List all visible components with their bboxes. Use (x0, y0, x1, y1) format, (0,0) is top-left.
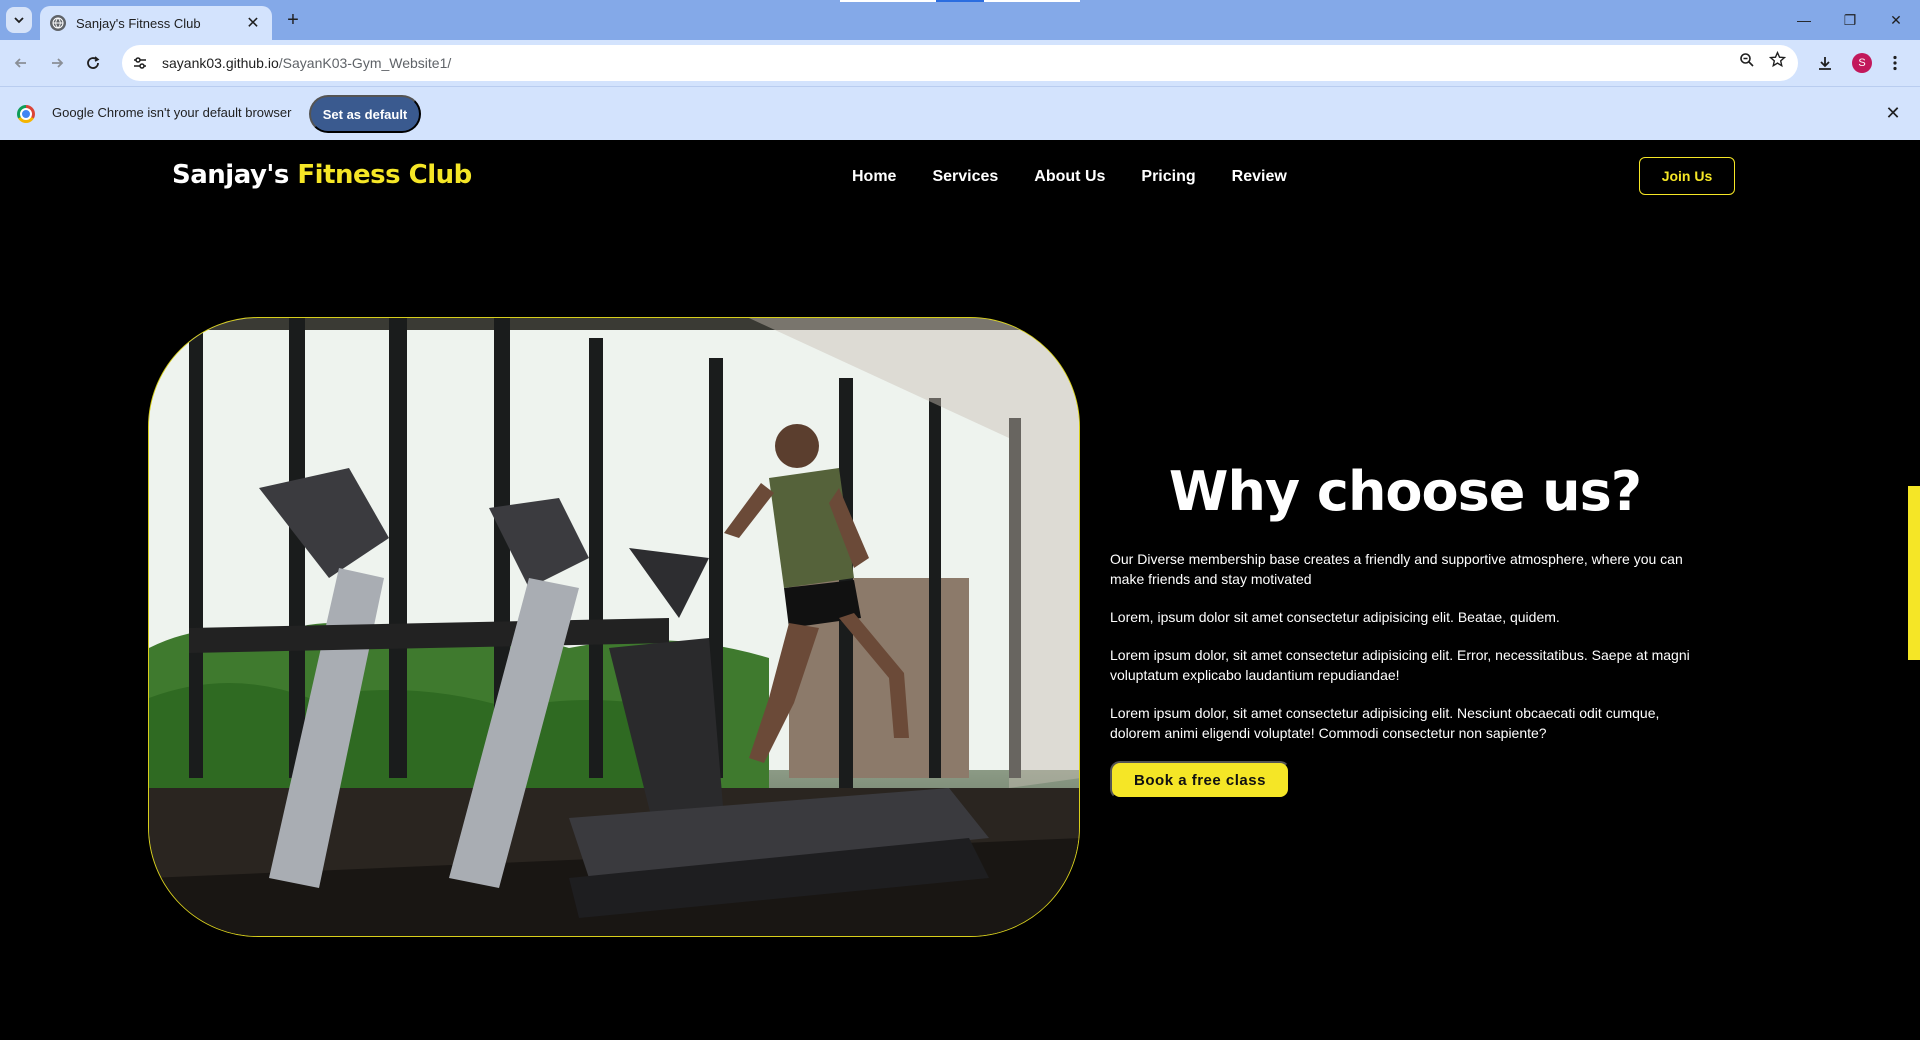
tabstrip-indicator (984, 0, 1080, 2)
url-path: /SayanK03-Gym_Website1/ (278, 55, 452, 71)
back-button[interactable] (8, 50, 34, 76)
chevron-down-icon (14, 17, 24, 24)
gym-treadmill-photo (148, 317, 1080, 937)
nav-pricing-link[interactable]: Pricing (1141, 168, 1195, 186)
main-nav: Home Services About Us Pricing Review (852, 168, 1287, 186)
close-icon: ✕ (1890, 11, 1902, 28)
why-paragraph-3: Lorem ipsum dolor, sit amet consectetur … (1110, 647, 1690, 683)
treadmill-illustration (149, 318, 1079, 936)
site-logo[interactable]: Sanjay's Fitness Club (172, 160, 472, 190)
chrome-logo-icon (17, 105, 35, 123)
url-text: sayank03.github.io/SayanK03-Gym_Website1… (162, 55, 451, 71)
kebab-menu-icon (1893, 55, 1897, 71)
close-icon[interactable]: ✕ (244, 14, 262, 32)
plus-icon: + (287, 8, 299, 31)
restore-icon: ❐ (1843, 11, 1857, 28)
nav-home-link[interactable]: Home (852, 168, 896, 186)
restore-button[interactable]: ❐ (1838, 8, 1862, 32)
address-bar[interactable]: sayank03.github.io/SayanK03-Gym_Website1… (122, 45, 1798, 81)
tabstrip-indicator (840, 0, 936, 2)
tab-title: Sanjay's Fitness Club (76, 15, 201, 31)
forward-button[interactable] (44, 50, 70, 76)
nav-services-link[interactable]: Services (932, 168, 998, 186)
logo-primary: Sanjay's (172, 160, 289, 190)
logo-accent: Fitness Club (297, 160, 472, 190)
profile-button[interactable]: S (1849, 50, 1875, 76)
tab-strip: Sanjay's Fitness Club ✕ + — ❐ ✕ (0, 0, 1920, 40)
why-choose-us-section: Why choose us? Our Diverse membership ba… (1110, 460, 1700, 799)
set-as-default-button[interactable]: Set as default (309, 95, 421, 133)
web-page: Sanjay's Fitness Club Home Services Abou… (0, 140, 1920, 1040)
arrow-right-icon (52, 58, 64, 68)
browser-toolbar: sayank03.github.io/SayanK03-Gym_Website1… (0, 40, 1920, 86)
download-button[interactable] (1812, 50, 1838, 76)
avatar: S (1852, 53, 1872, 73)
why-paragraph-4: Lorem ipsum dolor, sit amet consectetur … (1110, 705, 1660, 741)
browser-menu-button[interactable] (1882, 50, 1908, 76)
why-paragraph-2: Lorem, ipsum dolor sit amet consectetur … (1110, 609, 1560, 625)
why-paragraph-1: Our Diverse membership base creates a fr… (1110, 551, 1683, 587)
site-header: Sanjay's Fitness Club Home Services Abou… (0, 140, 1920, 214)
globe-icon (50, 15, 66, 31)
tabstrip-indicator-active (936, 0, 984, 2)
close-window-button[interactable]: ✕ (1884, 8, 1908, 32)
default-browser-infobar: Google Chrome isn't your default browser… (0, 86, 1920, 140)
book-free-class-button[interactable]: Book a free class (1110, 761, 1290, 799)
zoom-icon[interactable] (1739, 52, 1755, 73)
url-host: sayank03.github.io (162, 55, 279, 71)
close-icon[interactable]: ✕ (1882, 102, 1904, 124)
site-info-button[interactable] (128, 51, 152, 75)
nav-review-link[interactable]: Review (1232, 168, 1287, 186)
minimize-icon: — (1797, 12, 1811, 28)
star-icon[interactable] (1768, 50, 1787, 73)
arrow-left-icon (14, 58, 26, 68)
minimize-button[interactable]: — (1792, 8, 1816, 32)
tune-icon (134, 57, 146, 69)
new-tab-button[interactable]: + (282, 9, 304, 31)
reload-button[interactable] (80, 50, 106, 76)
infobar-message: Google Chrome isn't your default browser (52, 105, 292, 120)
browser-tab[interactable]: Sanjay's Fitness Club ✕ (40, 6, 272, 40)
section-title: Why choose us? (1168, 460, 1642, 523)
reload-icon (87, 56, 100, 69)
join-us-button[interactable]: Join Us (1639, 157, 1735, 195)
tab-search-button[interactable] (6, 7, 32, 33)
nav-about-link[interactable]: About Us (1034, 168, 1105, 186)
download-icon (1819, 57, 1831, 70)
scrollbar-thumb[interactable] (1908, 486, 1920, 660)
